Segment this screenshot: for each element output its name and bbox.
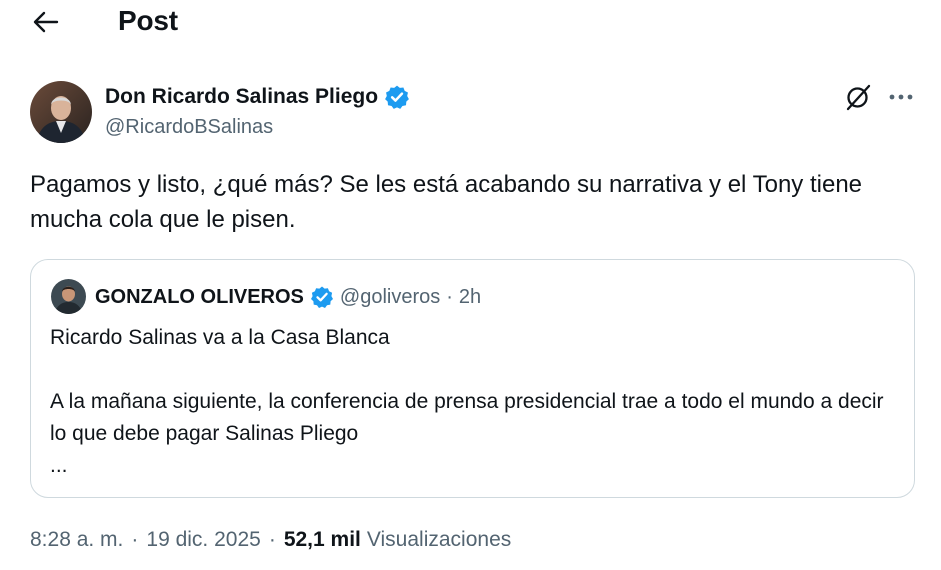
verified-badge-icon[interactable] — [384, 84, 410, 110]
quoted-author-avatar[interactable] — [51, 279, 86, 314]
more-icon — [889, 94, 913, 100]
quoted-post-line: A la mañana siguiente, la conferencia de… — [50, 390, 884, 445]
header-bar: Post — [0, 0, 941, 48]
quoted-post-text: Ricardo Salinas va a la Casa Blanca A la… — [50, 322, 890, 482]
back-button[interactable] — [26, 4, 66, 40]
author-avatar[interactable] — [30, 81, 92, 143]
post-meta: 8:28 a. m. · 19 dic. 2025 · 52,1 mil Vis… — [30, 525, 511, 555]
author-name-row: Don Ricardo Salinas Pliego — [105, 83, 410, 111]
arrow-left-icon — [33, 11, 59, 33]
views-label: Visualizaciones — [366, 528, 512, 551]
author-name[interactable]: Don Ricardo Salinas Pliego — [105, 83, 378, 111]
grok-button[interactable] — [842, 82, 874, 112]
quoted-post-header: GONZALO OLIVEROS @goliveros · 2h — [95, 283, 481, 311]
page-title: Post — [118, 5, 178, 36]
verified-badge-icon — [310, 285, 334, 309]
quoted-author-name: GONZALO OLIVEROS — [95, 285, 304, 308]
post-time[interactable]: 8:28 a. m. — [30, 528, 123, 552]
post-page: Post Don Ricardo Salinas Pliego @Ricardo… — [0, 0, 941, 570]
views-count: 52,1 mil — [283, 528, 361, 551]
quoted-post-line: ... — [50, 454, 68, 477]
separator-dot: · — [131, 528, 139, 551]
quoted-post-time: 2h — [458, 285, 482, 308]
quoted-post-card[interactable]: GONZALO OLIVEROS @goliveros · 2h Ricardo… — [30, 259, 915, 498]
more-options-button[interactable] — [884, 82, 918, 112]
quoted-post-line: Ricardo Salinas va a la Casa Blanca — [50, 326, 390, 349]
separator-dot: · — [268, 528, 276, 551]
tweet-text: Pagamos y listo, ¿qué más? Se les está a… — [30, 171, 863, 233]
separator-dot: · — [446, 285, 453, 308]
quoted-author-handle: @goliveros — [339, 285, 441, 308]
grok-icon — [846, 84, 871, 111]
author-handle[interactable]: @RicardoBSalinas — [105, 114, 273, 140]
post-date[interactable]: 19 dic. 2025 — [146, 528, 260, 552]
quoted-post-line — [50, 354, 890, 386]
